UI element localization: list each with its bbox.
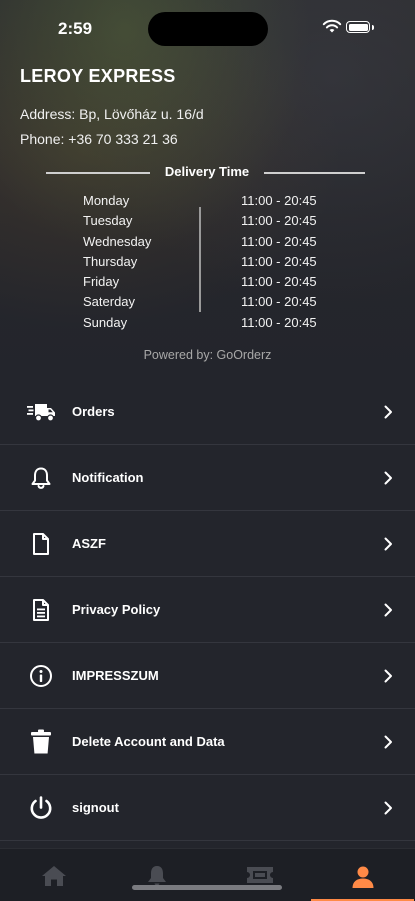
chevron-right-icon	[384, 669, 392, 682]
status-bar: 2:59	[0, 0, 415, 56]
day-label: Friday	[83, 274, 120, 290]
chevron-right-icon	[384, 471, 392, 484]
power-icon	[26, 793, 56, 823]
trash-icon	[26, 727, 56, 757]
info-icon	[26, 661, 56, 691]
tab-profile[interactable]	[311, 849, 414, 901]
bottom-tab-bar	[0, 848, 415, 901]
menu-item-orders[interactable]: Orders	[0, 379, 415, 445]
bell-icon	[26, 463, 56, 493]
tab-coupons[interactable]	[208, 849, 311, 901]
delivery-time-title: Delivery Time	[164, 164, 250, 179]
truck-icon	[26, 397, 56, 427]
menu-item-label: signout	[72, 800, 119, 815]
day-label: Thursday	[83, 253, 138, 269]
menu-item-label: Orders	[72, 404, 115, 419]
hours-value: 11:00 - 20:45	[241, 213, 317, 229]
menu-item-label: ASZF	[72, 536, 106, 551]
hours-value: 11:00 - 20:45	[241, 253, 317, 269]
menu-item-label: Notification	[72, 470, 144, 485]
day-label: Saterday	[83, 294, 136, 310]
delivery-hours: 11:00 - 20:45 11:00 - 20:45 11:00 - 20:4…	[241, 191, 317, 333]
header-background	[0, 0, 415, 380]
chevron-right-icon	[384, 735, 392, 748]
day-label: Wednesday	[83, 233, 152, 249]
chevron-right-icon	[384, 603, 392, 616]
chevron-right-icon	[384, 537, 392, 550]
wifi-icon	[322, 19, 342, 33]
hours-value: 11:00 - 20:45	[241, 294, 317, 310]
document-icon	[26, 595, 56, 625]
home-indicator	[132, 885, 282, 890]
menu-item-label: Privacy Policy	[72, 602, 161, 617]
schedule-divider	[199, 207, 201, 312]
menu-item-label: IMPRESSZUM	[72, 668, 159, 683]
dynamic-island	[148, 12, 268, 46]
file-icon	[26, 529, 56, 559]
ticket-icon	[246, 867, 273, 883]
hours-value: 11:00 - 20:45	[241, 314, 317, 330]
tab-home[interactable]	[2, 849, 105, 901]
menu-item-signout[interactable]: signout	[0, 775, 415, 841]
chevron-right-icon	[384, 801, 392, 814]
delivery-divider-left	[46, 172, 150, 174]
profile-menu: Orders Notification ASZF Privacy Policy …	[0, 379, 415, 841]
status-time: 2:59	[58, 19, 93, 38]
home-icon	[41, 866, 66, 886]
battery-cap	[372, 25, 374, 30]
day-label: Sunday	[83, 314, 128, 330]
battery-icon	[346, 21, 370, 33]
powered-by: Powered by: GoOrderz	[143, 348, 272, 362]
menu-item-impresszum[interactable]: IMPRESSZUM	[0, 643, 415, 709]
day-label: Tuesday	[83, 213, 133, 229]
menu-item-aszf[interactable]: ASZF	[0, 511, 415, 577]
restaurant-phone: Phone: +36 70 333 21 36	[20, 131, 178, 147]
menu-item-label: Delete Account and Data	[72, 734, 225, 749]
chevron-right-icon	[384, 405, 392, 418]
delivery-days: Monday Tuesday Wednesday Thursday Friday…	[83, 191, 151, 333]
tab-notifications[interactable]	[105, 849, 208, 901]
menu-item-delete-account[interactable]: Delete Account and Data	[0, 709, 415, 775]
day-label: Monday	[83, 193, 130, 208]
menu-item-notification[interactable]: Notification	[0, 445, 415, 511]
hours-value: 11:00 - 20:45	[241, 193, 317, 208]
user-icon	[352, 866, 373, 888]
restaurant-name: LEROY EXPRESS	[20, 66, 176, 86]
delivery-divider-right	[264, 172, 365, 174]
bell-icon	[147, 866, 166, 886]
restaurant-address: Address: Bp, Lövőház u. 16/d	[20, 106, 204, 122]
hours-value: 11:00 - 20:45	[241, 274, 317, 290]
hours-value: 11:00 - 20:45	[241, 233, 317, 249]
menu-item-privacy-policy[interactable]: Privacy Policy	[0, 577, 415, 643]
